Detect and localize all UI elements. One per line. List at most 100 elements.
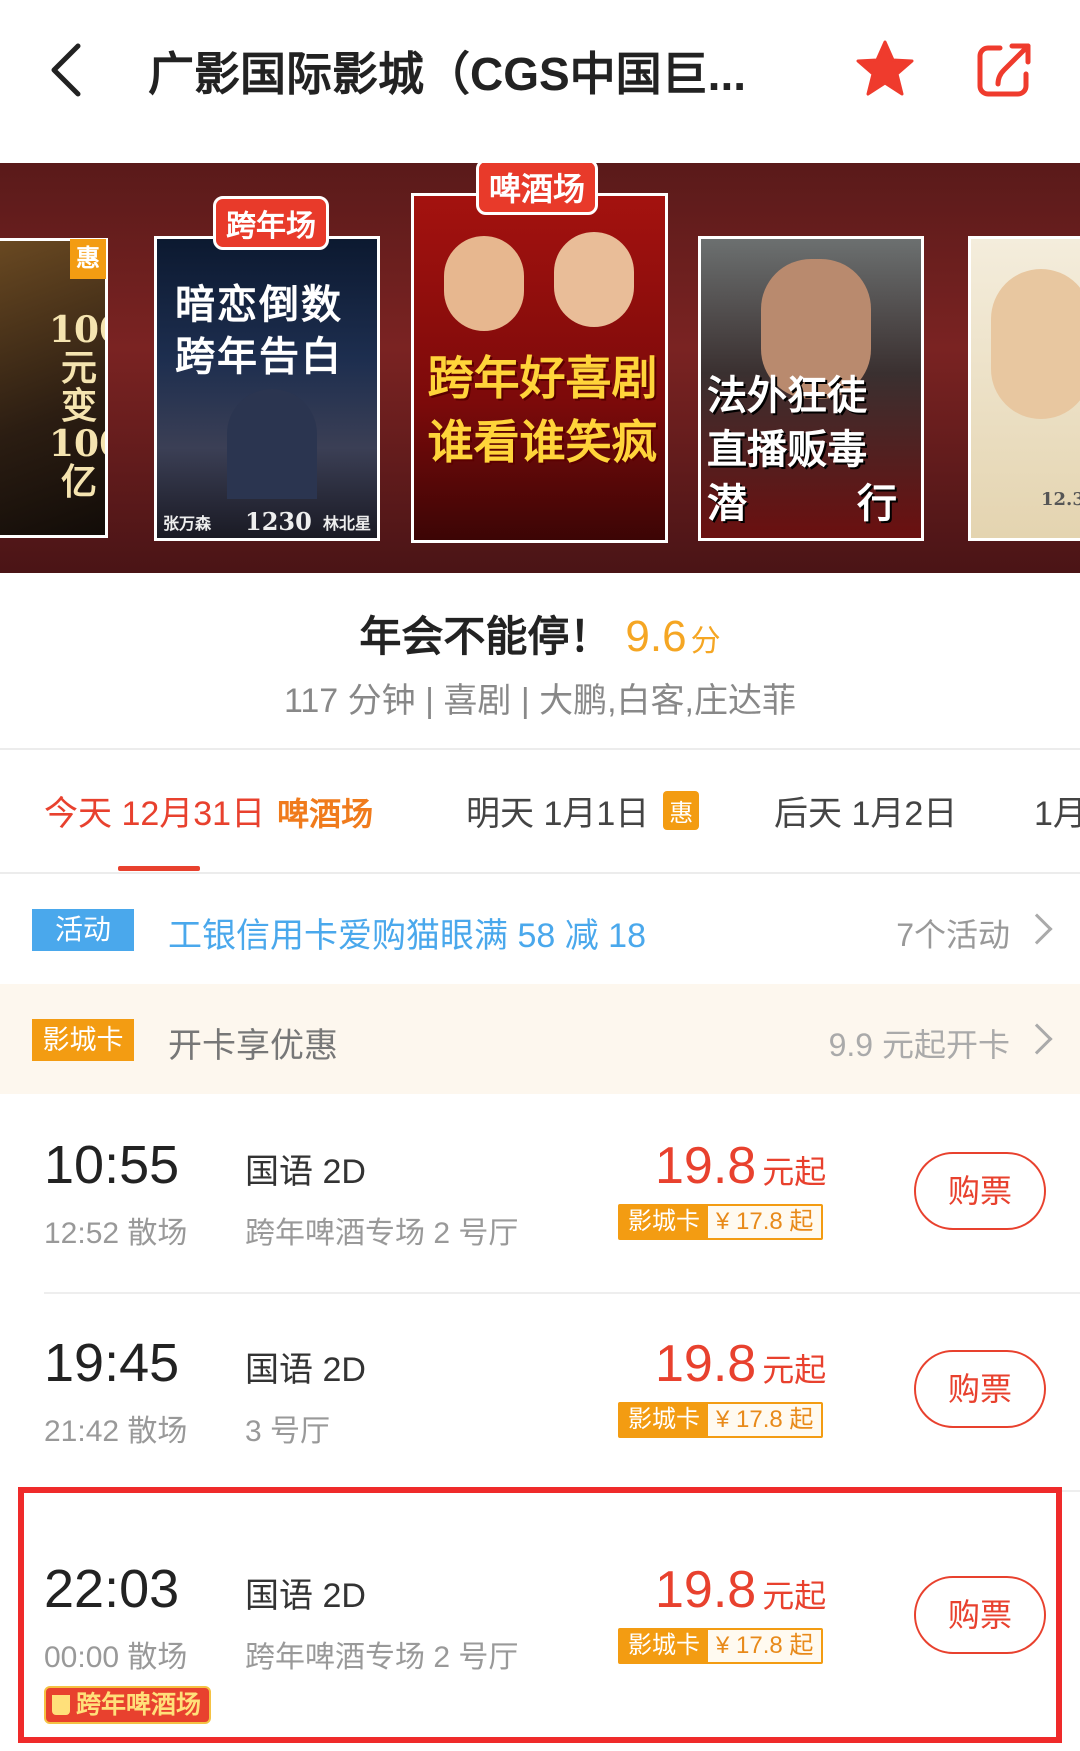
activity-row[interactable]: 活动 工银信用卡爱购猫眼满 58 减 18 7个活动 xyxy=(0,874,1080,984)
end-time: 12:52 散场 xyxy=(44,1217,188,1250)
buy-ticket-button[interactable]: 购票 xyxy=(914,1576,1046,1654)
tab-label: 今天 12月31日 xyxy=(44,795,266,833)
discount-badge: 惠 xyxy=(663,791,700,830)
beer-icon xyxy=(52,1695,70,1715)
showtime-row[interactable]: 19:45 21:42 散场 国语 2D 3 号厅 19.8 元起 影城卡 ¥ 17… xyxy=(0,1294,1080,1490)
activity-count: 7个活动 xyxy=(896,917,1010,953)
start-time: 22:03 xyxy=(44,1559,180,1619)
poster-text: 100 xyxy=(49,423,105,465)
poster-discount-badge: 惠 xyxy=(70,239,106,279)
poster-figure xyxy=(991,269,1080,419)
favorite-button[interactable] xyxy=(852,36,918,102)
cinema-card-row[interactable]: 影城卡 开卡享优惠 9.9 元起开卡 xyxy=(0,984,1080,1094)
movie-title-row: 年会不能停！ 9.6 分 xyxy=(0,603,1080,664)
date-tabs: 今天 12月31日 啤酒场 明天 1月1日惠 后天 1月2日 1月 xyxy=(0,750,1080,872)
movie-meta: 117 分钟 | 喜剧 | 大鹏,白客,庄达菲 xyxy=(284,682,796,720)
poster-text: 变 xyxy=(60,385,97,427)
buy-ticket-button[interactable]: 购票 xyxy=(914,1152,1046,1230)
poster-text: 跨年好喜剧 xyxy=(427,351,658,405)
share-button[interactable] xyxy=(972,36,1038,102)
chevron-right-icon xyxy=(1021,1023,1053,1055)
ticket-price: 19.8 元起 xyxy=(655,1560,826,1620)
card-price-tag: 影城卡 ¥ 17.8 起 xyxy=(618,1204,824,1240)
poster-text: 亿 xyxy=(60,461,97,503)
poster-text: 直播贩毒 xyxy=(707,426,867,473)
tab-label: 明天 1月1日 xyxy=(466,795,650,833)
price-value: 19.8 xyxy=(655,1561,757,1619)
showtime-row[interactable]: 10:55 12:52 散场 国语 2D 跨年啤酒专场 2 号厅 19.8 元起 … xyxy=(0,1096,1080,1292)
buy-ticket-button[interactable]: 购票 xyxy=(914,1350,1046,1428)
poster-tag: 啤酒场 xyxy=(476,163,599,215)
poster-text: 张万森 xyxy=(163,514,212,533)
new-year-beer-tag: 跨年啤酒场 xyxy=(44,1686,212,1724)
poster-card[interactable]: 100 元 变 100 亿 xyxy=(0,238,108,538)
poster-text: 谁看谁笑疯 xyxy=(427,415,658,469)
poster-text: 法外狂徒 xyxy=(707,372,867,419)
tab-today[interactable]: 今天 12月31日 啤酒场 xyxy=(44,786,373,835)
movie-score: 9.6 xyxy=(625,612,687,661)
start-time: 19:45 xyxy=(44,1333,180,1393)
tab-tomorrow[interactable]: 明天 1月1日惠 xyxy=(466,786,700,835)
share-icon xyxy=(977,43,1031,97)
tab-day-after[interactable]: 后天 1月2日 xyxy=(774,786,957,835)
card-price: ¥ 17.8 起 xyxy=(708,1630,822,1662)
chevron-right-icon xyxy=(1021,913,1053,945)
hall-name: 3 号厅 xyxy=(245,1415,331,1448)
chevron-left-icon xyxy=(51,43,81,97)
poster-figure xyxy=(227,389,317,499)
language-format: 国语 2D xyxy=(245,1577,366,1615)
poster-tag: 跨年场 xyxy=(213,196,329,250)
poster-carousel[interactable]: 100 元 变 100 亿 惠 暗恋倒数 跨年告白 张万森 1230 林北星 跨… xyxy=(0,163,1080,573)
poster-text: 跨年告白 xyxy=(175,333,343,380)
end-time: 21:42 散场 xyxy=(44,1415,188,1448)
cinema-title: 广影国际影城（CGS中国巨... xyxy=(148,48,747,100)
poster-text: 元 xyxy=(60,347,97,389)
card-price-tag: 影城卡 ¥ 17.8 起 xyxy=(618,1402,824,1438)
hall-name: 跨年啤酒专场 2 号厅 xyxy=(245,1641,519,1674)
tab-label: 1月 xyxy=(1034,795,1080,833)
tag-label: 跨年啤酒场 xyxy=(76,1691,202,1719)
language-format: 国语 2D xyxy=(245,1153,366,1191)
card-label: 影城卡 xyxy=(620,1206,708,1238)
tab-next[interactable]: 1月 xyxy=(1034,786,1080,835)
poster-figure xyxy=(554,232,634,327)
activity-text: 工银信用卡爱购猫眼满 58 减 18 xyxy=(168,917,646,955)
ticket-price: 19.8 元起 xyxy=(655,1136,826,1196)
poster-text: 行 xyxy=(857,480,897,527)
card-label: 影城卡 xyxy=(620,1404,708,1436)
poster-text: 1230 xyxy=(245,507,312,536)
language-format: 国语 2D xyxy=(245,1351,366,1389)
movie-info: 年会不能停！ 9.6 分 117 分钟 | 喜剧 | 大鹏,白客,庄达菲 xyxy=(0,573,1080,748)
price-unit: 元起 xyxy=(762,1352,827,1388)
tab-label: 后天 1月2日 xyxy=(774,795,958,833)
poster-card[interactable]: 跨年好喜剧 谁看谁笑疯 xyxy=(411,193,668,543)
movie-title: 年会不能停！ xyxy=(359,613,612,660)
back-button[interactable] xyxy=(40,30,120,110)
cinema-card-price: 9.9 元起开卡 xyxy=(828,1027,1010,1063)
price-unit: 元起 xyxy=(762,1154,827,1190)
price-unit: 元起 xyxy=(762,1578,827,1614)
divider xyxy=(44,1490,1080,1492)
poster-card[interactable]: 暗恋倒数 跨年告白 张万森 1230 林北星 xyxy=(154,236,380,541)
card-price-tag: 影城卡 ¥ 17.8 起 xyxy=(618,1628,824,1664)
star-icon xyxy=(856,40,914,96)
poster-text: 林北星 xyxy=(322,514,371,533)
poster-text: 暗恋倒数 xyxy=(175,281,343,328)
nav-header: 广影国际影城（CGS中国巨... xyxy=(0,0,1080,160)
poster-card[interactable]: 12.30 xyxy=(968,236,1080,541)
start-time: 10:55 xyxy=(44,1135,180,1195)
score-unit: 分 xyxy=(690,625,721,658)
price-value: 19.8 xyxy=(655,1335,757,1393)
card-price: ¥ 17.8 起 xyxy=(708,1404,822,1436)
poster-text: 潜 xyxy=(707,480,747,527)
poster-card[interactable]: 法外狂徒 直播贩毒 潜 行 xyxy=(698,236,924,541)
ticket-price: 19.8 元起 xyxy=(655,1334,826,1394)
cinema-card-text: 开卡享优惠 xyxy=(168,1027,338,1065)
poster-figure xyxy=(444,236,524,331)
cinema-card-badge: 影城卡 xyxy=(32,1019,134,1061)
active-tab-indicator xyxy=(118,866,200,871)
beer-badge: 啤酒场 xyxy=(277,795,374,833)
poster-text: 12.30 xyxy=(1041,489,1080,510)
poster-text: 100 xyxy=(49,309,105,351)
end-time: 00:00 散场 xyxy=(44,1641,188,1674)
